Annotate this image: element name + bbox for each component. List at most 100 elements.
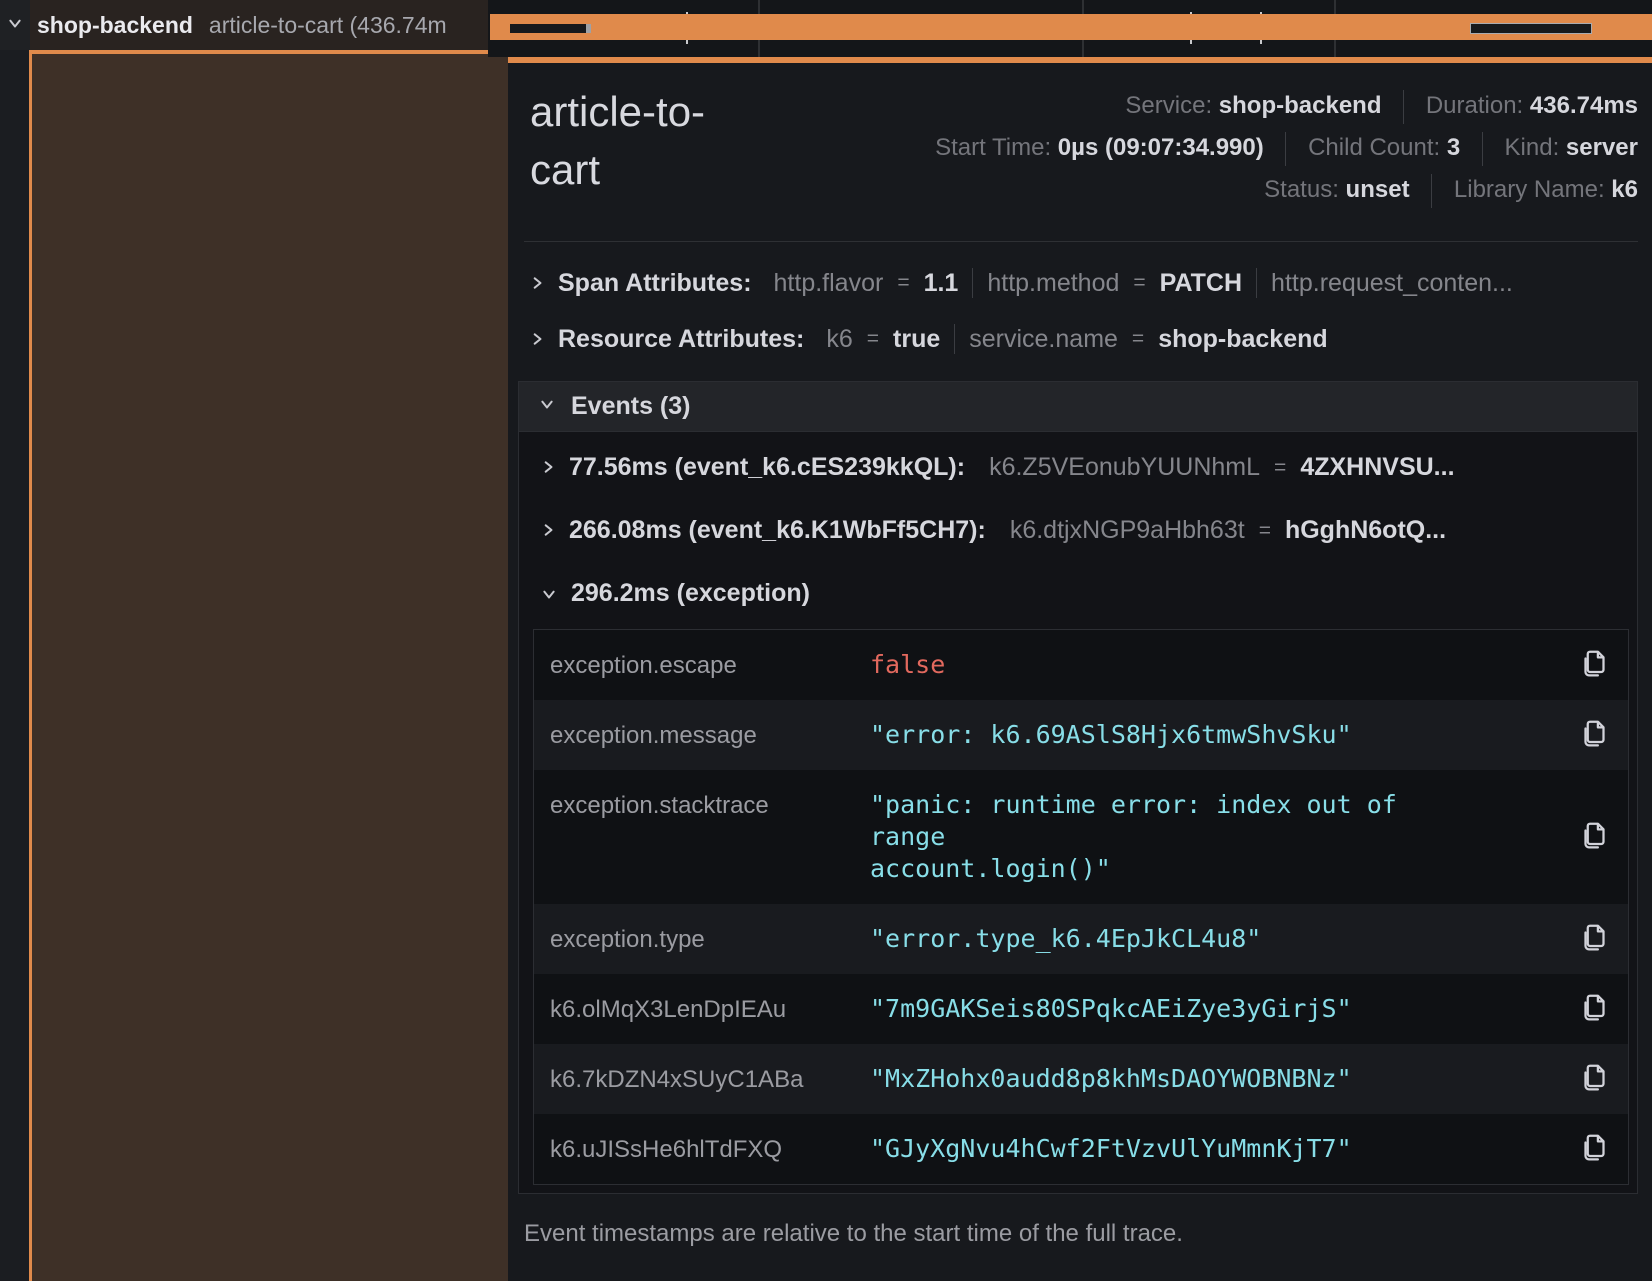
exception-attributes-table: exception.escape false exception.message… — [533, 629, 1629, 1185]
separator — [1482, 132, 1483, 166]
status-value: unset — [1346, 176, 1410, 203]
separator — [1431, 174, 1432, 208]
event-time-label: 296.2ms (exception) — [571, 579, 810, 608]
span-title: article-to-cart — [530, 83, 765, 211]
attribute-key: exception.escape — [550, 649, 870, 680]
copy-button[interactable] — [1577, 649, 1612, 681]
copy-button[interactable] — [1577, 821, 1612, 853]
attribute-value: "7m9GAKSeis80SPqkcAEiZye3yGirjS" — [870, 993, 1470, 1025]
library-name-label: Library Name: — [1454, 176, 1605, 203]
table-row: k6.7kDZN4xSUyC1ABa "MxZHohx0audd8p8khMsD… — [534, 1044, 1628, 1114]
start-time-label: Start Time: — [935, 134, 1051, 161]
timeline-ruler[interactable] — [488, 0, 1652, 57]
duration-value: 436.74ms — [1530, 92, 1638, 119]
chevron-down-icon — [541, 579, 557, 608]
span-attributes-toggle[interactable]: Span Attributes: http.flavor = 1.1 http.… — [530, 268, 1652, 298]
table-row: exception.stacktrace "panic: runtime err… — [534, 770, 1628, 904]
copy-icon — [1581, 838, 1608, 853]
equals-sign: = — [1133, 271, 1145, 295]
equals-sign: = — [1132, 327, 1144, 351]
copy-icon — [1581, 666, 1608, 681]
attribute-key-truncated: http.request_conten... — [1271, 269, 1513, 298]
meta-row: Service: shop-backend Duration: 436.74ms — [935, 85, 1638, 127]
attribute-key: k6 — [826, 325, 852, 354]
events-section: Events (3) 77.56ms (event_k6.cES239kkQL)… — [518, 381, 1638, 1194]
attribute-key: k6.uJISsHe6hlTdFXQ — [550, 1133, 870, 1164]
library-name-value: k6 — [1611, 176, 1638, 203]
copy-icon — [1581, 940, 1608, 955]
child-span-bar-cap — [586, 24, 591, 33]
event-time-label: 77.56ms (event_k6.cES239kkQL): — [569, 453, 965, 482]
equals-sign: = — [1259, 519, 1271, 543]
attribute-value: false — [870, 649, 1470, 681]
attribute-value: "error.type_k6.4EpJkCL4u8" — [870, 923, 1470, 955]
copy-icon — [1581, 1080, 1608, 1095]
chevron-right-icon — [541, 516, 555, 545]
tree-collapse-gutter[interactable] — [0, 0, 30, 50]
child-span-bar[interactable] — [510, 24, 590, 33]
equals-sign: = — [1274, 456, 1286, 480]
table-row: k6.uJISsHe6hlTdFXQ "GJyXgNvu4hCwf2FtVzvU… — [534, 1114, 1628, 1184]
selected-span-row[interactable]: shop-backend article-to-cart (436.74m — [30, 0, 488, 50]
event-row[interactable]: 266.08ms (event_k6.K1WbFf5CH7): k6.dtjxN… — [525, 499, 1631, 562]
chevron-right-icon — [530, 325, 544, 354]
copy-button[interactable] — [1577, 1063, 1612, 1095]
copy-button[interactable] — [1577, 993, 1612, 1025]
selected-span-region[interactable] — [32, 54, 508, 1281]
copy-button[interactable] — [1577, 719, 1612, 751]
attribute-value: true — [893, 325, 940, 354]
resource-attributes-label: Resource Attributes: — [558, 325, 804, 354]
attribute-key: k6.7kDZN4xSUyC1ABa — [550, 1063, 870, 1094]
copy-icon — [1581, 736, 1608, 751]
event-attribute-key: k6.dtjxNGP9aHbh63t — [1010, 516, 1245, 545]
separator — [1403, 90, 1404, 124]
service-label: Service: — [1125, 92, 1212, 119]
span-duration-bar[interactable] — [490, 14, 1652, 40]
event-row[interactable]: 77.56ms (event_k6.cES239kkQL): k6.Z5VEon… — [525, 436, 1631, 499]
event-attribute-value: hGghN6otQ... — [1285, 516, 1446, 545]
resource-attributes-toggle[interactable]: Resource Attributes: k6 = true service.n… — [530, 324, 1652, 354]
attribute-value: 1.1 — [924, 269, 959, 298]
event-attribute-value: 4ZXHNVSU... — [1300, 453, 1454, 482]
separator — [1256, 268, 1257, 298]
kind-value: server — [1566, 134, 1638, 161]
attribute-key: http.method — [987, 269, 1119, 298]
status-label: Status: — [1264, 176, 1339, 203]
attribute-value: "GJyXgNvu4hCwf2FtVzvUlYuMmnKjT7" — [870, 1133, 1470, 1165]
meta-row: Status: unset Library Name: k6 — [935, 169, 1638, 211]
section-divider — [524, 241, 1638, 242]
event-time-label: 266.08ms (event_k6.K1WbFf5CH7): — [569, 516, 986, 545]
chevron-down-icon[interactable] — [7, 16, 23, 35]
attribute-key: http.flavor — [774, 269, 884, 298]
span-tree-header-row[interactable]: shop-backend article-to-cart (436.74m — [0, 0, 488, 50]
child-span-bar[interactable] — [1470, 23, 1592, 34]
child-count-value: 3 — [1447, 134, 1460, 161]
duration-label: Duration: — [1426, 92, 1523, 119]
trace-viewer: shop-backend article-to-cart (436.74m ar… — [0, 0, 1652, 1281]
table-row: exception.type "error.type_k6.4EpJkCL4u8… — [534, 904, 1628, 974]
attribute-value: "error: k6.69ASlS8Hjx6tmwShvSku" — [870, 719, 1470, 751]
separator — [1285, 132, 1286, 166]
attribute-key: exception.stacktrace — [550, 789, 870, 820]
event-attribute-key: k6.Z5VEonubYUUNhmL — [989, 453, 1260, 482]
events-section-header[interactable]: Events (3) — [519, 382, 1637, 432]
copy-button[interactable] — [1577, 1133, 1612, 1165]
attribute-key: service.name — [969, 325, 1118, 354]
start-time-value: 0µs (09:07:34.990) — [1058, 134, 1264, 161]
table-row: exception.message "error: k6.69ASlS8Hjx6… — [534, 700, 1628, 770]
separator — [972, 268, 973, 298]
service-value: shop-backend — [1219, 92, 1382, 119]
copy-button[interactable] — [1577, 923, 1612, 955]
service-name-label: shop-backend — [37, 12, 193, 39]
attribute-value: shop-backend — [1158, 325, 1327, 354]
separator — [954, 324, 955, 354]
equals-sign: = — [897, 271, 909, 295]
event-row-expanded[interactable]: 296.2ms (exception) — [525, 562, 1631, 625]
child-count-label: Child Count: — [1308, 134, 1440, 161]
attribute-key: exception.type — [550, 923, 870, 954]
attribute-value: "MxZHohx0audd8p8khMsDAOYWOBNBNz" — [870, 1063, 1470, 1095]
attribute-value: PATCH — [1160, 269, 1242, 298]
chevron-down-icon — [539, 397, 555, 416]
events-footnote: Event timestamps are relative to the sta… — [524, 1220, 1652, 1248]
tree-gutter-column — [0, 50, 29, 1281]
